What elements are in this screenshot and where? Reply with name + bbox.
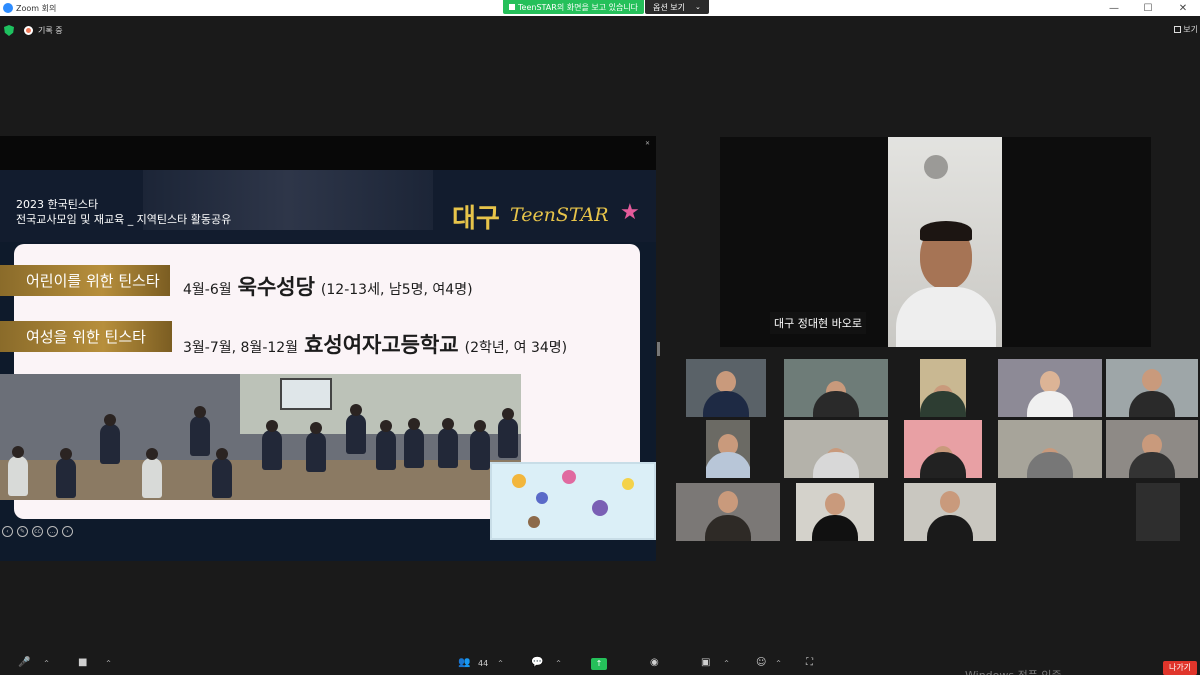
active-speaker-video[interactable] [888,137,1002,347]
chat-icon[interactable]: 💬 [531,657,543,668]
row1-text: 4월-6월 욱수성당 (12-13세, 남5명, 여4명) [183,271,473,301]
participant-tile[interactable] [998,420,1102,478]
grid-view-icon [1174,26,1182,33]
maximize-icon: ☐ [1143,2,1153,14]
view-label: 보기 [1183,25,1198,34]
participant-tile[interactable] [904,483,996,541]
captions-chevron[interactable]: ^ [724,660,729,667]
more-icon[interactable]: … [47,526,58,537]
screen-share-banner: TeenSTAR의 화면을 보고 있습니다 [503,0,645,14]
participants-count: 44 [478,659,489,668]
shared-window-close-icon: ✕ [644,140,650,147]
apps-icon[interactable]: ⛶ [806,657,813,668]
classroom-photo [0,374,521,500]
record-icon[interactable]: ◉ [650,657,659,668]
window-title: Zoom 회의 [16,3,57,13]
leave-label: 나가기 [1168,663,1192,672]
minimize-button[interactable]: — [1097,0,1131,16]
participant-tile[interactable] [686,359,766,417]
row1-detail: (12-13세, 남5명, 여4명) [320,282,473,298]
row1-place: 욱수성당 [237,275,315,299]
split-view-handle[interactable] [657,342,660,356]
slide-brand-korean: 대구 [452,204,500,234]
slide-title-line2: 전국교사모임 및 재교육 _ 지역틴스타 활동공유 [16,213,232,226]
windows-activation-watermark: Windows 정품 인증 [965,667,1062,675]
row2-label: 여성을 위한 틴스타 [0,321,172,352]
leave-button[interactable]: 나가기 [1163,661,1197,675]
mic-muted-icon[interactable]: 🎤 [18,657,30,668]
active-speaker-name: 대구 정대현 바오로 [770,312,866,334]
prev-slide-icon[interactable]: ‹ [2,526,13,537]
participant-tile[interactable] [1136,483,1180,541]
share-arrow-icon: ↑ [595,659,603,668]
participant-tile[interactable] [998,359,1102,417]
row2-label-text: 여성을 위한 틴스타 [26,328,146,346]
star-logo-icon: ★ [620,200,640,225]
share-banner-text: TeenSTAR의 화면을 보고 있습니다 [518,2,639,12]
participant-tile[interactable] [676,483,780,541]
maximize-button[interactable]: ☐ [1131,0,1165,16]
captions-icon[interactable]: cc [32,526,43,537]
pen-icon[interactable]: ✎ [17,526,28,537]
share-screen-button[interactable]: ↑ [591,658,607,670]
row1-label: 어린이를 위한 틴스타 [0,265,170,296]
next-slide-icon[interactable]: › [62,526,73,537]
zoom-window: Zoom 회의 TeenSTAR의 화면을 보고 있습니다 옵션 보기 ⌄ — … [0,0,1200,675]
participant-tile[interactable] [706,420,750,478]
reactions-chevron[interactable]: ^ [776,660,781,667]
security-shield-icon[interactable] [4,25,14,36]
participants-icon[interactable]: 👥 [458,657,470,668]
row2-detail: (2학년, 여 34명) [464,340,568,356]
row2-dates: 3월-7월, 8월-12월 [183,340,299,356]
participant-tile[interactable] [784,359,888,417]
annotation-tools: ‹ ✎ cc … › [2,526,73,537]
participants-chevron[interactable]: ^ [498,660,503,667]
participant-tile[interactable] [1106,359,1198,417]
chat-chevron[interactable]: ^ [556,660,561,667]
row1-label-text: 어린이를 위한 틴스타 [26,272,160,290]
row2-text: 3월-7월, 8월-12월 효성여자고등학교 (2학년, 여 34명) [183,329,567,359]
reactions-icon[interactable]: ☺ [756,657,766,668]
chevron-down-icon: ⌄ [694,3,701,11]
view-options-label: 옵션 보기 [653,2,685,12]
view-options-button[interactable]: 옵션 보기 ⌄ [645,0,709,14]
recording-status: 기록 중 [38,26,63,35]
captions-button-icon[interactable]: ▣ [701,657,710,668]
video-camera-icon[interactable]: ■ [78,657,87,668]
shared-screen[interactable]: ✕ 2023 한국틴스타 전국교사모임 및 재교육 _ 지역틴스타 활동공유 대… [0,136,656,561]
minimize-icon: — [1109,2,1119,14]
screen-share-icon [509,4,515,10]
participant-tile[interactable] [1106,420,1198,478]
video-options-chevron[interactable]: ^ [106,660,111,667]
zoom-logo-icon [3,3,13,13]
close-icon: ✕ [1178,2,1188,14]
participant-tile[interactable] [920,359,966,417]
participant-tile[interactable] [784,420,888,478]
slide-brand-logo: TeenSTAR [510,204,609,226]
close-button[interactable]: ✕ [1166,0,1200,16]
audio-options-chevron[interactable]: ^ [44,660,49,667]
drawing-photo [490,462,656,540]
view-button[interactable]: 보기 [1174,24,1198,35]
shared-screen-topbar [0,136,656,170]
row1-dates: 4월-6월 [183,282,232,298]
slide-title-line1: 2023 한국틴스타 [16,198,99,211]
participant-tile[interactable] [796,483,874,541]
recording-icon [24,26,33,35]
participant-tile[interactable] [904,420,982,478]
row2-place: 효성여자고등학교 [304,333,459,357]
